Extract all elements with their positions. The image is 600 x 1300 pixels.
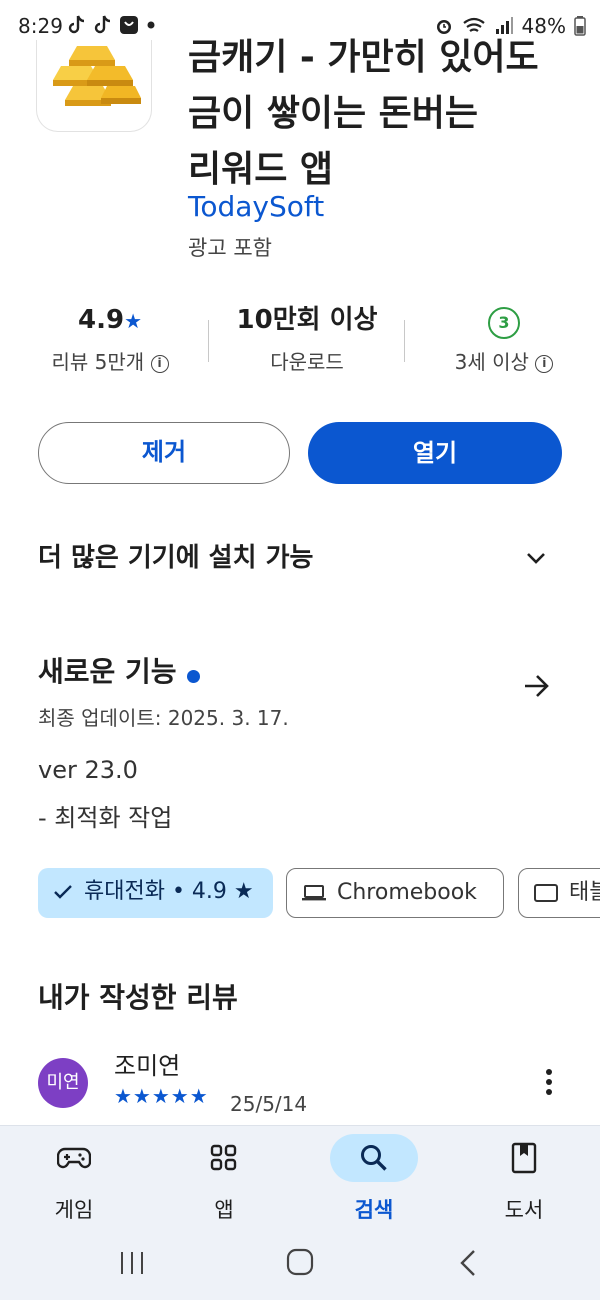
rating-value-row: 4.9★: [28, 300, 192, 340]
rating-star-icon: ★: [124, 309, 142, 333]
avatar: 미연: [38, 1058, 88, 1108]
nav-books-label: 도서: [504, 1198, 544, 1222]
system-navigation-bar: [0, 1236, 600, 1290]
tiktok-icon: [94, 15, 111, 34]
rating-value: 4.9: [78, 305, 125, 335]
uninstall-button[interactable]: 제거: [38, 422, 290, 484]
developer-link[interactable]: TodaySoft: [188, 190, 324, 223]
chevron-down-icon: [527, 553, 545, 564]
device-filter-chips: 휴대전화 • 4.9 ★ Chromebook 태블릿: [38, 868, 600, 918]
gamepad-icon: [57, 1147, 91, 1169]
chip-chromebook-label: Chromebook: [337, 880, 477, 905]
last-updated: 최종 업데이트: 2025. 3. 17.: [38, 706, 289, 730]
age-rating-row: 3세 이상 i: [420, 346, 588, 375]
more-notifications-dot-icon: [147, 21, 155, 29]
book-icon: [511, 1142, 537, 1174]
more-devices-row[interactable]: 더 많은 기기에 설치 가능: [38, 536, 562, 580]
ic-wrap: [174, 1134, 274, 1182]
contains-ads-label: 광고 포함: [188, 236, 272, 260]
check-icon: [54, 885, 72, 899]
chip-phone-label: 휴대전화 • 4.9 ★: [84, 879, 254, 904]
search-icon: [361, 1145, 387, 1171]
app-stats: 4.9★ 리뷰 5만개 i 10만회 이상 다운로드 3 3세 이상 i: [0, 300, 600, 390]
review-date: 25/5/14: [230, 1092, 308, 1116]
chip-phone[interactable]: 휴대전화 • 4.9 ★: [38, 868, 273, 918]
more-options-icon[interactable]: [544, 1068, 554, 1096]
laptop-icon: [302, 885, 326, 901]
nav-apps[interactable]: 앱: [174, 1134, 274, 1224]
downloads-value: 10만회 이상: [236, 305, 378, 335]
my-review-item: 미연 조미연 ★★★★★ 25/5/14: [38, 1046, 562, 1116]
version-text: ver 23.0: [38, 756, 138, 784]
stat-rating[interactable]: 4.9★ 리뷰 5만개 i: [28, 300, 192, 375]
nav-search[interactable]: 검색: [324, 1134, 424, 1224]
new-indicator-dot: [186, 670, 200, 683]
shopping-bag-icon: [120, 16, 138, 34]
ic-wrap: [24, 1134, 124, 1182]
app-icon: [36, 40, 152, 132]
app-header: 금캐기 - 가만히 있어도 금이 쌓이는 돈버는 리워드 앱 TodaySoft…: [0, 37, 600, 280]
nav-games-label: 게임: [54, 1198, 94, 1222]
chip-chromebook[interactable]: Chromebook: [286, 868, 504, 918]
stat-downloads: 10만회 이상 다운로드: [222, 300, 392, 375]
age-rating-badge-icon: 3: [488, 307, 520, 339]
downloads-label: 다운로드: [270, 350, 344, 374]
more-devices-label: 더 많은 기기에 설치 가능: [38, 543, 314, 573]
tablet-icon: [534, 884, 558, 902]
ic-wrap: [330, 1134, 418, 1182]
chip-tablet[interactable]: 태블릿: [518, 868, 600, 918]
tiktok-icon: [68, 15, 85, 34]
back-icon[interactable]: [456, 1248, 480, 1278]
nav-search-label: 검색: [354, 1198, 394, 1222]
whats-new-section[interactable]: 새로운 기능 최종 업데이트: 2025. 3. 17.: [38, 650, 562, 731]
whats-new-title: 새로운 기능: [38, 655, 177, 688]
reviewer-name: 조미연: [114, 1052, 181, 1080]
release-note: - 최적화 작업: [38, 804, 173, 832]
my-review-title: 내가 작성한 리뷰: [38, 981, 238, 1014]
stat-divider: [404, 320, 405, 362]
nav-games[interactable]: 게임: [24, 1134, 124, 1224]
stat-divider: [208, 320, 209, 362]
home-icon[interactable]: [286, 1248, 314, 1276]
age-badge-row: 3: [420, 300, 588, 340]
chip-tablet-label: 태블릿: [569, 880, 600, 905]
app-title: 금캐기 - 가만히 있어도 금이 쌓이는 돈버는 리워드 앱: [188, 37, 539, 190]
status-time: 8:29: [18, 14, 63, 38]
info-icon: i: [150, 354, 169, 373]
bottom-navigation: 게임 앱 검색 도서: [0, 1125, 600, 1300]
info-icon: i: [535, 354, 554, 373]
review-stars: ★★★★★: [114, 1084, 209, 1108]
arrow-right-icon: [525, 675, 549, 697]
gold-bars-icon: [53, 46, 141, 106]
ic-wrap: [474, 1134, 574, 1182]
nav-books[interactable]: 도서: [474, 1134, 574, 1224]
reviews-count-label: 리뷰 5만개: [51, 350, 145, 374]
open-button[interactable]: 열기: [308, 422, 562, 484]
apps-grid-icon: [210, 1144, 237, 1171]
reviews-count-row: 리뷰 5만개 i: [28, 346, 192, 375]
age-rating-label: 3세 이상: [454, 350, 529, 374]
nav-apps-label: 앱: [214, 1198, 234, 1222]
recent-apps-icon[interactable]: [118, 1250, 146, 1276]
notification-icons: [66, 14, 156, 36]
stat-age-rating[interactable]: 3 3세 이상 i: [420, 300, 588, 375]
